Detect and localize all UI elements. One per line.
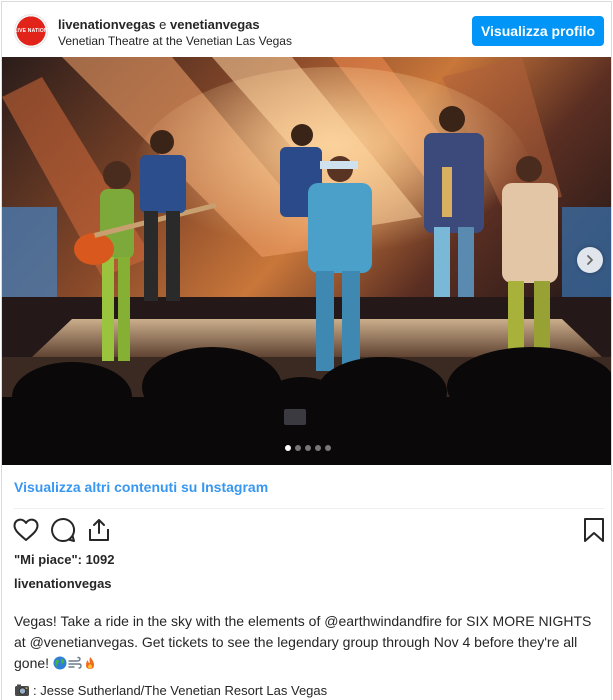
share-button[interactable]: [85, 516, 113, 544]
carousel-next-button[interactable]: [577, 247, 603, 273]
photo-credit: : Jesse Sutherland/The Venetian Resort L…: [14, 683, 327, 698]
heart-icon: [13, 518, 39, 541]
likes-count[interactable]: "Mi piace": 1092: [14, 552, 114, 567]
credit-text: : Jesse Sutherland/The Venetian Resort L…: [33, 683, 328, 698]
account-joiner: e: [155, 17, 171, 32]
carousel-dot: [314, 445, 321, 451]
view-profile-button[interactable]: Visualizza profilo: [472, 16, 604, 46]
save-button[interactable]: [580, 516, 608, 544]
post-header: LIVE NATION livenationvegas e venetianve…: [2, 2, 611, 57]
carousel-dot: [284, 445, 291, 451]
carousel-indicators: [2, 445, 611, 451]
camera-emoji: [15, 684, 29, 696]
mention-link[interactable]: @earthwindandfire: [324, 613, 442, 629]
carousel-dot: [304, 445, 311, 451]
avatar-logo-text: LIVE NATION: [14, 28, 48, 34]
bookmark-icon: [584, 518, 604, 542]
account-link-primary[interactable]: livenationvegas: [58, 17, 156, 32]
chevron-right-icon: [587, 255, 593, 265]
account-names: livenationvegas e venetianvegas: [58, 17, 260, 32]
divider: [14, 508, 604, 509]
fire-emoji: [85, 657, 94, 669]
account-link-secondary[interactable]: venetianvegas: [170, 17, 260, 32]
location-link[interactable]: Venetian Theatre at the Venetian Las Veg…: [58, 34, 292, 48]
share-icon: [89, 519, 109, 541]
action-bar: [12, 516, 604, 546]
account-avatar[interactable]: LIVE NATION: [14, 14, 48, 48]
instagram-embed: LIVE NATION livenationvegas e venetianve…: [1, 1, 612, 700]
caption-part: Vegas! Take a ride in the sky with the e…: [14, 613, 325, 629]
caption-text: Vegas! Take a ride in the sky with the e…: [14, 611, 606, 674]
carousel-dot: [294, 445, 301, 451]
wind-emoji: [68, 656, 82, 669]
post-photo[interactable]: [2, 57, 611, 465]
view-more-on-instagram-link[interactable]: Visualizza altri contenuti su Instagram: [14, 479, 268, 495]
concert-photo-illustration: [2, 57, 611, 465]
comment-icon: [51, 517, 76, 542]
comment-button[interactable]: [49, 516, 77, 544]
caption-author[interactable]: livenationvegas: [14, 576, 112, 591]
globe-emoji: [53, 656, 67, 670]
like-button[interactable]: [12, 516, 40, 544]
mention-link[interactable]: @venetianvegas: [30, 634, 135, 650]
carousel-dot: [324, 445, 331, 451]
